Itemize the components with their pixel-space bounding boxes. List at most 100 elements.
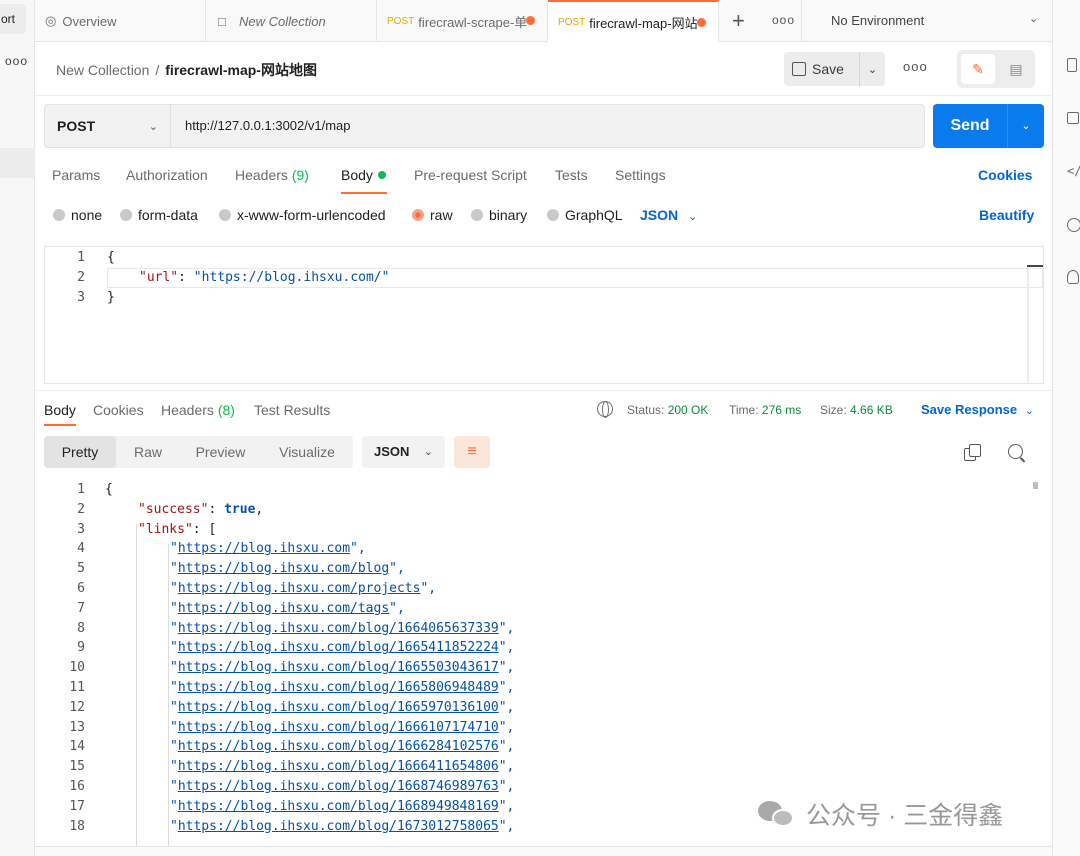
line-number: 9: [77, 640, 85, 656]
code-line: "https://blog.ihsxu.com/blog/16658069484…: [170, 680, 515, 695]
link-url[interactable]: https://blog.ihsxu.com/blog: [178, 561, 389, 576]
response-body[interactable]: 1 {2 "success": true, 3 "links": [4 "https://…: [35, 478, 1052, 848]
tabs-more-icon[interactable]: ooo: [772, 13, 795, 27]
response-divider[interactable]: [35, 390, 1052, 391]
more-actions-icon[interactable]: ooo: [903, 59, 928, 74]
save-button[interactable]: Save ⌄: [784, 52, 885, 86]
code-line: "https://blog.ihsxu.com/blog/16730127580…: [170, 818, 515, 834]
response-tab-body[interactable]: Body: [44, 402, 76, 418]
response-tab-headers[interactable]: Headers (8): [161, 402, 235, 418]
method-select[interactable]: POST ⌄: [45, 105, 171, 147]
edit-mode-toggle[interactable]: ✎ ▤: [957, 50, 1035, 88]
view-raw[interactable]: Raw: [116, 436, 180, 468]
response-format-select[interactable]: JSON ⌄: [362, 436, 445, 468]
body-type-form-data[interactable]: form-data: [120, 207, 198, 223]
link-url[interactable]: https://blog.ihsxu.com/blog/166550304361…: [178, 660, 499, 675]
tab-tests[interactable]: Tests: [555, 167, 588, 183]
tab-new-collection[interactable]: □ New Collection: [206, 0, 377, 42]
tab-bar: ◎ Overview □ New Collection POST firecra…: [35, 0, 1052, 42]
line-number: 2: [77, 501, 85, 517]
line-number: 1: [77, 482, 85, 497]
code-icon[interactable]: </: [1067, 164, 1080, 180]
method-label: POST: [57, 118, 96, 134]
link-url[interactable]: https://blog.ihsxu.com/blog/166610717471…: [178, 720, 499, 735]
response-tab-cookies[interactable]: Cookies: [93, 402, 144, 418]
overview-icon: ◎: [45, 13, 57, 28]
save-dropdown-chevron-icon[interactable]: ⌄: [860, 63, 885, 76]
tab-body[interactable]: Body: [341, 167, 386, 183]
body-type-graphql[interactable]: GraphQL: [547, 207, 623, 223]
pencil-icon[interactable]: ✎: [961, 54, 995, 84]
view-visualize[interactable]: Visualize: [261, 436, 353, 468]
code-line: "url": "https://blog.ihsxu.com/": [139, 270, 390, 285]
send-dropdown-chevron-icon[interactable]: ⌄: [1007, 104, 1044, 148]
line-number: 6: [77, 581, 85, 596]
info-icon[interactable]: [1067, 218, 1080, 232]
code-line: "https://blog.ihsxu.com/blog/16661071747…: [170, 719, 515, 735]
response-tab-test-results[interactable]: Test Results: [254, 402, 330, 418]
link-url[interactable]: https://blog.ihsxu.com/blog/166894984816…: [178, 799, 499, 814]
body-type-urlencoded[interactable]: x-www-form-urlencoded: [219, 207, 386, 223]
link-url[interactable]: https://blog.ihsxu.com/blog/166406563733…: [178, 621, 499, 636]
link-url[interactable]: https://blog.ihsxu.com: [178, 541, 350, 556]
request-body-editor[interactable]: 1 2 3 { "url": "https://blog.ihsxu.com/"…: [44, 246, 1044, 384]
comment-icon[interactable]: ▤: [1001, 54, 1031, 84]
line-number: 1: [77, 250, 85, 265]
view-pretty[interactable]: Pretty: [44, 436, 116, 468]
code-line: "https://blog.ihsxu.com/blog/16664116548…: [170, 759, 515, 775]
link-url[interactable]: https://blog.ihsxu.com/blog/166874698976…: [178, 779, 499, 794]
tab-settings[interactable]: Settings: [615, 167, 666, 183]
breadcrumb-parent[interactable]: New Collection: [56, 62, 149, 78]
tab-firecrawl-map[interactable]: POST firecrawl-map-网站: [548, 0, 719, 42]
tab-firecrawl-scrape[interactable]: POST firecrawl-scrape-单: [377, 0, 548, 42]
tab-authorization[interactable]: Authorization: [126, 167, 208, 183]
link-url[interactable]: https://blog.ihsxu.com/blog/166628410257…: [178, 739, 499, 754]
body-type-binary[interactable]: binary: [471, 207, 527, 223]
copy-icon[interactable]: [964, 444, 981, 461]
page-title[interactable]: firecrawl-map-网站地图: [165, 62, 317, 78]
link-url[interactable]: https://blog.ihsxu.com/tags: [178, 601, 389, 616]
link-url[interactable]: https://blog.ihsxu.com/blog/166580694848…: [178, 680, 499, 695]
comments-icon[interactable]: [1067, 112, 1079, 124]
import-button[interactable]: ort: [0, 4, 26, 34]
send-button[interactable]: Send ⌄: [933, 104, 1044, 148]
chevron-down-icon: ⌄: [1029, 13, 1039, 25]
new-tab-icon[interactable]: +: [732, 8, 745, 34]
tab-label: Overview: [62, 13, 117, 29]
body-type-none[interactable]: none: [53, 207, 102, 223]
link-url[interactable]: https://blog.ihsxu.com/blog/166597013610…: [178, 700, 499, 715]
tab-label: New Collection: [239, 13, 326, 29]
tab-headers[interactable]: Headers (9): [235, 167, 309, 183]
beautify-button[interactable]: Beautify: [979, 207, 1034, 223]
link-url[interactable]: https://blog.ihsxu.com/blog/166641165480…: [178, 759, 499, 774]
status-value: 200 OK: [667, 403, 709, 417]
editor-scrollbar[interactable]: [1027, 267, 1029, 383]
scrollbar-thumb[interactable]: [1033, 482, 1038, 489]
line-number: 10: [69, 660, 85, 676]
cookies-link[interactable]: Cookies: [978, 167, 1032, 183]
body-type-raw[interactable]: raw: [412, 207, 453, 223]
sidebar-more-icon[interactable]: ooo: [5, 54, 28, 68]
tab-overview[interactable]: ◎ Overview: [35, 0, 206, 42]
link-url[interactable]: https://blog.ihsxu.com/blog/166541185222…: [178, 640, 499, 655]
code-line: "https://blog.ihsxu.com/blog/16687469897…: [170, 779, 515, 794]
size-value: 4.66 KB: [850, 403, 893, 417]
globe-icon[interactable]: [597, 401, 613, 418]
radio-selected-icon: [412, 209, 424, 221]
link-url[interactable]: https://blog.ihsxu.com/projects: [178, 581, 421, 596]
bulb-icon[interactable]: [1067, 270, 1079, 284]
send-label: Send: [950, 117, 990, 134]
url-input[interactable]: http://127.0.0.1:3002/v1/map: [185, 118, 351, 133]
tab-prerequest-script[interactable]: Pre-request Script: [414, 167, 527, 183]
radio-icon: [471, 209, 483, 221]
search-icon[interactable]: [1008, 444, 1023, 459]
save-response-button[interactable]: Save Response ⌄: [921, 402, 1034, 417]
tab-params[interactable]: Params: [52, 167, 100, 183]
documentation-icon[interactable]: [1067, 58, 1077, 72]
sidebar-selected-item[interactable]: [0, 148, 35, 178]
wrap-lines-icon[interactable]: ≡: [454, 436, 490, 468]
link-url[interactable]: https://blog.ihsxu.com/blog/167301275806…: [178, 819, 499, 834]
view-preview[interactable]: Preview: [180, 436, 261, 468]
body-format-select[interactable]: JSON ⌄: [640, 207, 697, 223]
environment-selector[interactable]: No Environment ⌄: [801, 0, 1052, 42]
